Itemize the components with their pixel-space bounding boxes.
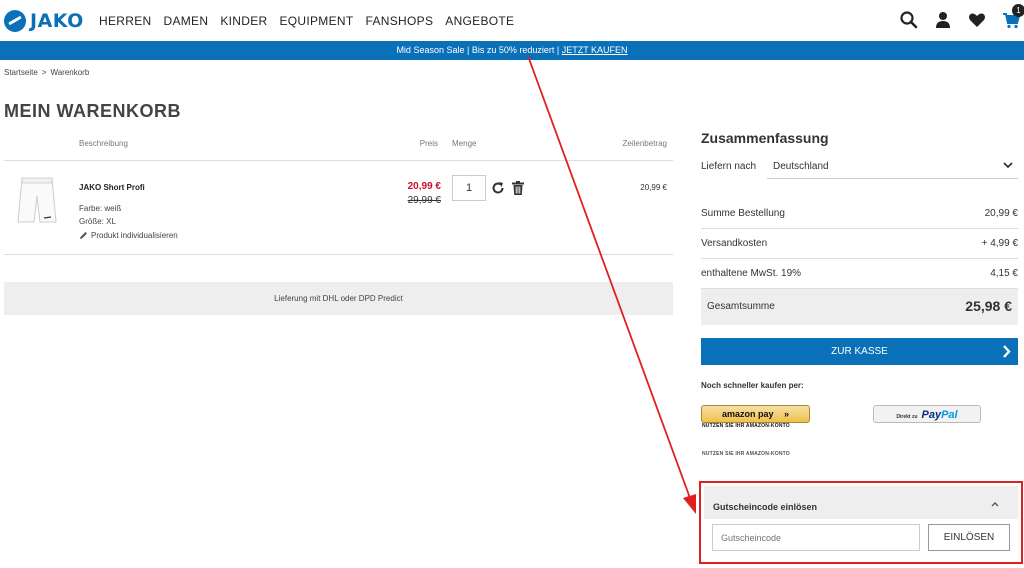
summary-total: Gesamtsumme 25,98 € bbox=[701, 289, 1018, 325]
amazon-pay-button[interactable]: amazon pay » bbox=[701, 405, 810, 423]
express-checkout-label: Noch schneller kaufen per: bbox=[701, 381, 804, 390]
summary-label: Summe Bestellung bbox=[701, 208, 785, 219]
site-header: JAKO HERREN DAMEN KINDER EQUIPMENT FANSH… bbox=[0, 0, 1024, 41]
ship-to-label: Liefern nach bbox=[701, 161, 757, 172]
row-divider bbox=[4, 254, 673, 255]
search-icon[interactable] bbox=[900, 10, 918, 30]
total-value: 25,98 € bbox=[965, 298, 1012, 314]
column-header-price: Preis bbox=[419, 139, 438, 148]
chevron-down-icon bbox=[1002, 159, 1014, 174]
summary-title: Zusammenfassung bbox=[701, 130, 829, 146]
price-current: 20,99 € bbox=[407, 181, 441, 192]
column-header-description: Beschreibung bbox=[79, 139, 128, 148]
cart-count-badge: 1 bbox=[1012, 4, 1024, 17]
product-name[interactable]: JAKO Short Profi bbox=[79, 183, 145, 192]
chevron-up-icon bbox=[990, 499, 1000, 512]
summary-value: 20,99 € bbox=[984, 208, 1018, 219]
summary-value: + 4,99 € bbox=[981, 238, 1018, 249]
header-icons: 1 bbox=[900, 4, 1024, 30]
paypal-logo-pal: Pal bbox=[941, 409, 958, 421]
nav-damen[interactable]: DAMEN bbox=[163, 14, 208, 28]
total-label: Gesamtsumme bbox=[707, 301, 775, 312]
nav-equipment[interactable]: EQUIPMENT bbox=[279, 14, 353, 28]
summary-label: Versandkosten bbox=[701, 238, 768, 249]
promo-bar: Mid Season Sale | Bis zu 50% reduziert |… bbox=[0, 41, 1024, 60]
checkout-button[interactable]: ZUR KASSE bbox=[701, 338, 1018, 365]
main-nav: HERREN DAMEN KINDER EQUIPMENT FANSHOPS A… bbox=[99, 14, 526, 28]
summary-row: enthaltene MwSt. 19% 4,15 € bbox=[701, 259, 1018, 289]
summary-row: Versandkosten + 4,99 € bbox=[701, 229, 1018, 259]
ship-country-select[interactable]: Deutschland bbox=[767, 155, 1018, 179]
column-header-line-total: Zeilenbetrag bbox=[622, 139, 667, 148]
logo-text: JAKO bbox=[30, 10, 84, 32]
voucher-code-input[interactable] bbox=[712, 524, 920, 551]
amazon-pay-subtext: NUTZEN SIE IHR AMAZON-KONTO bbox=[702, 423, 790, 429]
summary-value: 4,15 € bbox=[990, 268, 1018, 279]
line-total: 20,99 € bbox=[640, 183, 667, 192]
summary-label: enthaltene MwSt. 19% bbox=[701, 268, 802, 279]
paypal-logo-pay: Pay bbox=[921, 409, 942, 421]
summary-row: Summe Bestellung 20,99 € bbox=[701, 199, 1018, 229]
cart-icon[interactable]: 1 bbox=[1002, 4, 1024, 30]
voucher-header[interactable]: Gutscheincode einlösen bbox=[704, 486, 1018, 519]
amazon-pay-subtext: NUTZEN SIE IHR AMAZON-KONTO bbox=[702, 451, 790, 457]
nav-kinder[interactable]: KINDER bbox=[220, 14, 267, 28]
double-chevron-icon: » bbox=[784, 409, 790, 419]
nav-angebote[interactable]: ANGEBOTE bbox=[445, 14, 514, 28]
product-size: Größe: XL bbox=[79, 217, 116, 226]
nav-fanshops[interactable]: FANSHOPS bbox=[366, 14, 434, 28]
paypal-prefix: Direkt zu bbox=[896, 414, 918, 420]
quantity-input[interactable]: 1 bbox=[452, 175, 486, 201]
trash-icon[interactable] bbox=[512, 181, 524, 195]
voucher-title: Gutscheincode einlösen bbox=[713, 502, 818, 512]
breadcrumb-current: Warenkorb bbox=[50, 68, 90, 77]
refresh-icon[interactable] bbox=[491, 181, 505, 195]
breadcrumb: Startseite > Warenkorb bbox=[4, 68, 89, 77]
column-header-quantity: Menge bbox=[452, 139, 477, 148]
breadcrumb-separator: > bbox=[41, 68, 47, 77]
page-title: MEIN WARENKORB bbox=[4, 101, 181, 121]
voucher-box: Gutscheincode einlösen EINLÖSEN bbox=[699, 481, 1023, 564]
paypal-button[interactable]: Direkt zu PayPal bbox=[873, 405, 981, 423]
product-image[interactable] bbox=[14, 172, 60, 230]
table-divider bbox=[4, 160, 673, 161]
redeem-voucher-button[interactable]: EINLÖSEN bbox=[928, 524, 1010, 551]
nav-herren[interactable]: HERREN bbox=[99, 14, 151, 28]
customize-product-link[interactable]: Produkt individualisieren bbox=[79, 231, 178, 240]
checkout-label: ZUR KASSE bbox=[831, 346, 888, 357]
chevron-right-icon bbox=[1002, 338, 1012, 374]
customize-product-label: Produkt individualisieren bbox=[91, 231, 178, 240]
jako-logo[interactable]: JAKO bbox=[4, 9, 84, 33]
delivery-note: Lieferung mit DHL oder DPD Predict bbox=[4, 282, 673, 315]
promo-link[interactable]: JETZT KAUFEN bbox=[562, 45, 628, 55]
ship-country-value: Deutschland bbox=[773, 161, 829, 172]
account-icon[interactable] bbox=[934, 10, 952, 30]
price-original: 29,99 € bbox=[407, 195, 441, 206]
pencil-icon bbox=[80, 232, 87, 239]
wishlist-heart-icon[interactable] bbox=[968, 10, 986, 30]
jako-logo-icon bbox=[4, 10, 26, 32]
promo-text: Mid Season Sale | Bis zu 50% reduziert | bbox=[396, 45, 562, 55]
product-color: Farbe: weiß bbox=[79, 204, 122, 213]
breadcrumb-home[interactable]: Startseite bbox=[4, 68, 38, 77]
amazon-pay-label: amazon pay bbox=[721, 409, 774, 419]
